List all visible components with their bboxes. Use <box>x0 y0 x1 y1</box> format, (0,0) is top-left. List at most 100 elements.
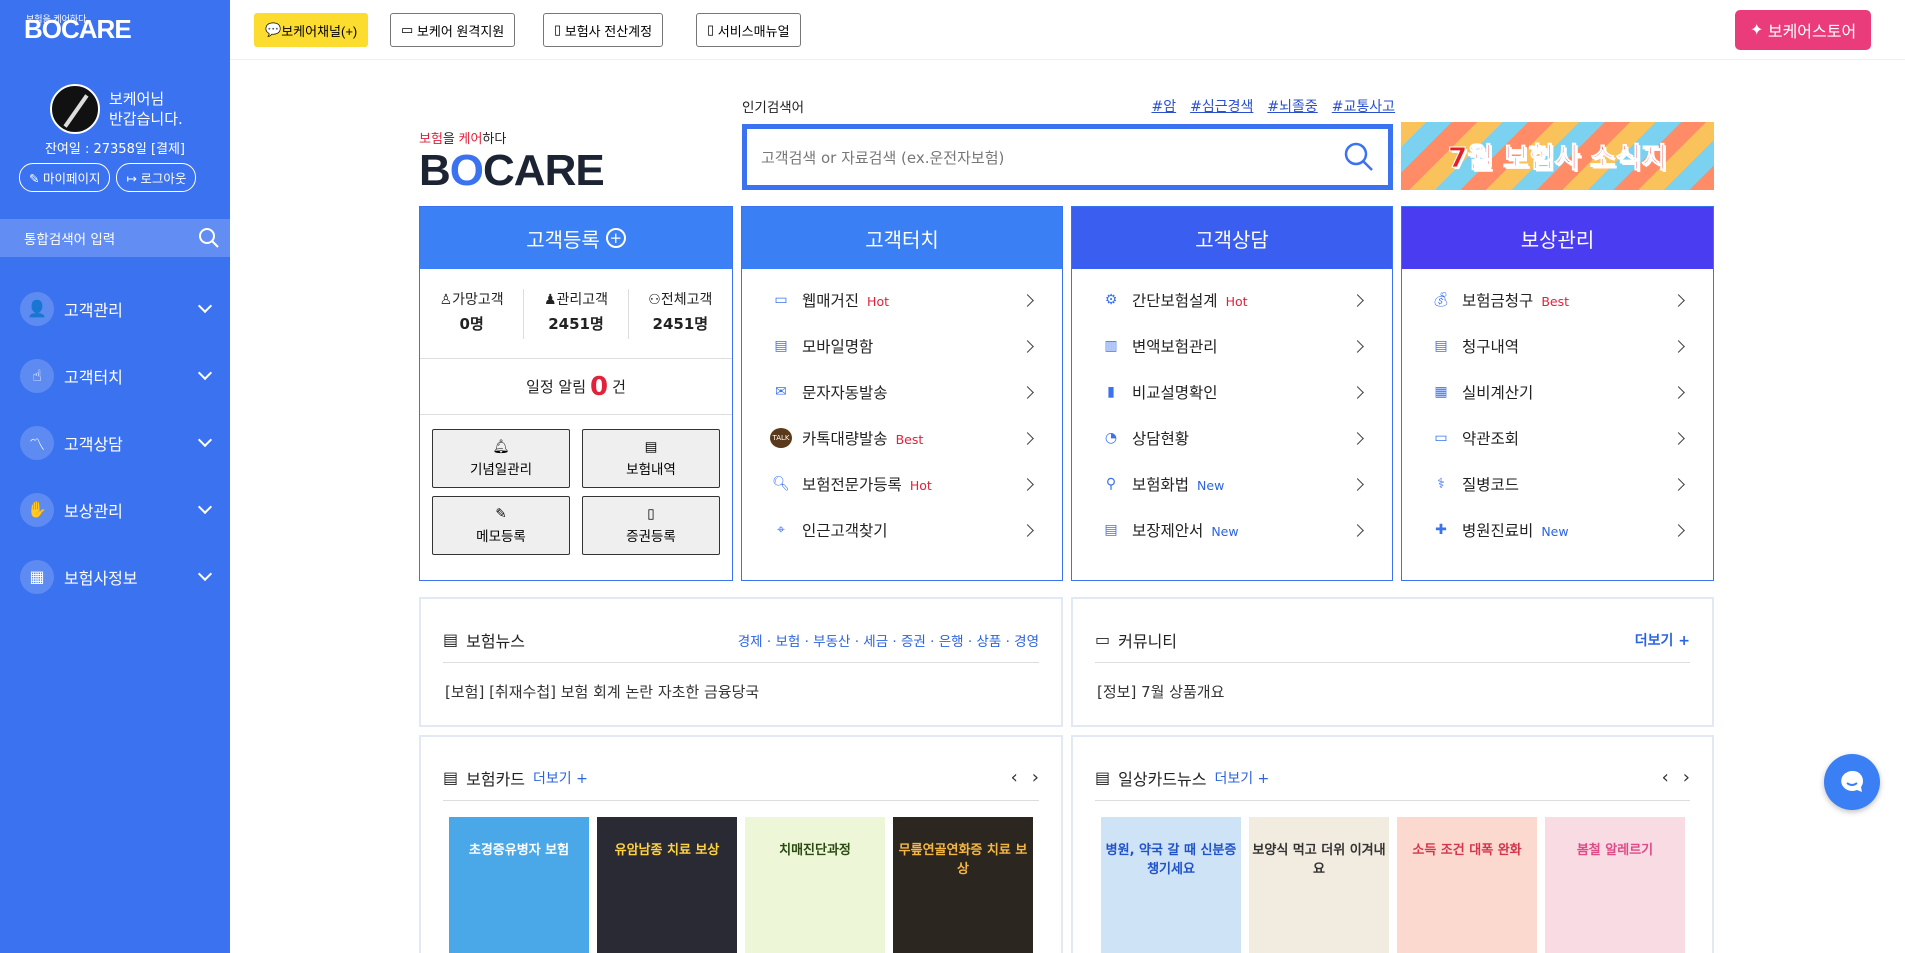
thumb-caption: 보양식 먹고 더위 이겨내요 <box>1252 843 1386 877</box>
card-thumbnail[interactable]: 무릎연골연화증 치료 보상 <box>893 817 1033 953</box>
list-item-consult-status[interactable]: ◔ 상담현황 <box>1072 415 1392 461</box>
logout-button[interactable]: ↦ 로그아웃 <box>116 163 197 192</box>
item-label: 보장제안서 <box>1132 522 1204 540</box>
sidebar-item-customer-manage[interactable]: 👤 고객관리 <box>0 275 230 342</box>
service-manual-button[interactable]: ▯ 서비스매뉴얼 <box>696 13 801 47</box>
avatar[interactable] <box>50 84 100 134</box>
memo-button[interactable]: ✎ 메모등록 <box>432 496 570 555</box>
search-icon[interactable] <box>198 227 220 249</box>
search-input[interactable]: 고객검색 or 자료검색 (ex.운전자보험) <box>761 147 1344 168</box>
manual-label: 서비스매뉴얼 <box>717 23 790 39</box>
card-thumbnail[interactable]: 유암남종 치료 보상 <box>597 817 737 953</box>
card-thumbnail[interactable]: 소득 조건 대폭 완화 <box>1397 817 1537 953</box>
list-item-web-magazine[interactable]: ▭ 웹매거진 Hot <box>742 277 1062 323</box>
stethoscope-icon: ⚕ <box>1437 476 1445 492</box>
prev-arrow-icon[interactable]: ‹ <box>1011 767 1018 788</box>
card-thumbnail[interactable]: 초경증유병자 보험 <box>449 817 589 953</box>
kakao-label: 보케어채널(+) <box>281 23 358 39</box>
chevron-right-icon <box>1351 523 1364 537</box>
register-header[interactable]: 고객등록 + <box>420 207 732 269</box>
logo-word-b: O <box>449 146 484 195</box>
user-icon: ♟ <box>543 291 557 308</box>
magnifier-icon: 🔍︎ <box>772 476 790 492</box>
tag-link[interactable]: #교통사고 <box>1332 96 1395 116</box>
logo-word-a: B <box>419 146 451 195</box>
list-item-claim-request[interactable]: 💰︎ 보험금청구 Best <box>1402 277 1713 323</box>
mypage-button[interactable]: ✎ 마이페이지 <box>19 163 111 192</box>
community-more-link[interactable]: 더보기 + <box>1635 630 1690 650</box>
remote-support-button[interactable]: ▭ 보케어 원격지원 <box>390 13 516 47</box>
list-item-variable-insurance[interactable]: ▥ 변액보험관리 <box>1072 323 1392 369</box>
chevron-right-icon <box>1672 385 1685 399</box>
list-item-claim-history[interactable]: ▤ 청구내역 <box>1402 323 1713 369</box>
chat-button[interactable] <box>1824 754 1880 810</box>
sidebar-search-input[interactable]: 통합검색어 입력 <box>24 228 198 248</box>
tag-link[interactable]: #뇌졸중 <box>1267 96 1317 116</box>
list-item-coverage-proposal[interactable]: ▤ 보장제안서 New <box>1072 507 1392 553</box>
sidebar-item-customer-consult[interactable]: 〽 고객상담 <box>0 409 230 476</box>
location-pin-icon: ⌖ <box>777 522 785 538</box>
list-item-terms-lookup[interactable]: ▭ 약관조회 <box>1402 415 1713 461</box>
logo-tag-c: 케어 <box>458 131 483 146</box>
menu-label: 고객관리 <box>64 300 123 320</box>
ins-card-more-link[interactable]: 더보기 + <box>533 768 588 788</box>
list-item-nearby-customers[interactable]: ⌖ 인근고객찾기 <box>742 507 1062 553</box>
search-icon[interactable] <box>1344 142 1374 172</box>
next-arrow-icon[interactable]: › <box>1683 767 1690 788</box>
card-thumbnail[interactable]: 보양식 먹고 더위 이겨내요 <box>1249 817 1389 953</box>
list-item-kakao-bulk[interactable]: TALK 카톡대량발송 Best <box>742 415 1062 461</box>
prospect-stat[interactable]: ♙가망고객 0명 <box>420 288 525 339</box>
item-label: 인근고객찾기 <box>802 522 888 540</box>
newsletter-banner[interactable]: 7월 보험사 소식지 <box>1401 122 1714 190</box>
card-thumbnail[interactable]: 봄철 알레르기 <box>1545 817 1685 953</box>
list-item-hospital-fee[interactable]: ✚ 병원진료비 New <box>1402 507 1713 553</box>
main-logo[interactable]: 보험을 케어하다 BOCARE <box>419 128 605 195</box>
popular-tags: #암 #심근경색 #뇌졸중 #교통사고 <box>1151 96 1395 116</box>
sidebar-search[interactable]: 통합검색어 입력 <box>0 219 230 257</box>
logout-label: 로그아웃 <box>140 172 187 186</box>
sidebar-item-insurer-info[interactable]: ▦ 보험사정보 <box>0 543 230 610</box>
community-headline[interactable]: [정보] 7월 상품개요 <box>1097 681 1224 702</box>
kakao-channel-button[interactable]: 💬 보케어채널(+) <box>254 13 369 47</box>
sidebar-logo[interactable]: 보험을 케어하다 BOCARE <box>24 14 132 45</box>
list-item-disease-code[interactable]: ⚕ 질병코드 <box>1402 461 1713 507</box>
chevron-down-icon <box>197 566 213 581</box>
schedule-alarm[interactable]: 일정 알림 0 건 <box>420 359 732 415</box>
prev-arrow-icon[interactable]: ‹ <box>1662 767 1669 788</box>
list-item-sales-talk[interactable]: ⚲ 보험화법 New <box>1072 461 1392 507</box>
list-item-expense-calculator[interactable]: ▦ 실비계산기 <box>1402 369 1713 415</box>
claims-title: 보상관리 <box>1520 227 1595 252</box>
list-item-auto-sms[interactable]: ✉ 문자자동발송 <box>742 369 1062 415</box>
main-search[interactable]: 고객검색 or 자료검색 (ex.운전자보험) <box>742 124 1393 190</box>
list-item-compare-check[interactable]: ▮ 비교설명확인 <box>1072 369 1392 415</box>
anniversary-button[interactable]: 🔔︎ 기념일관리 <box>432 429 570 488</box>
sidebar-item-claims[interactable]: ✋ 보상관리 <box>0 476 230 543</box>
total-stat[interactable]: ⚇전체고객 2451명 <box>629 289 732 339</box>
store-button[interactable]: ✦ 보케어스토어 <box>1735 10 1872 50</box>
card-thumbnail[interactable]: 치매진단과정 <box>745 817 885 953</box>
menu-label: 고객상담 <box>64 434 123 454</box>
insurance-history-button[interactable]: ▤ 보험내역 <box>582 429 720 488</box>
daily-card-more-link[interactable]: 더보기 + <box>1214 768 1269 788</box>
list-item-mobile-card[interactable]: ▤ 모바일명함 <box>742 323 1062 369</box>
remaining-days[interactable]: 잔여일 : 27358일 [결제] <box>0 138 230 157</box>
register-title: 고객등록 <box>526 227 600 252</box>
card-thumbnail[interactable]: 병원, 약국 갈 때 신분증 챙기세요 <box>1101 817 1241 953</box>
item-label: 병원진료비 <box>1462 522 1534 540</box>
customer-register-card: 고객등록 + ♙가망고객 0명 ♟관리고객 2451명 ⚇전체고객 2451명 일정 알… <box>419 206 733 581</box>
managed-stat[interactable]: ♟관리고객 2451명 <box>524 288 629 339</box>
list-item-expert-register[interactable]: 🔍︎ 보험전문가등록 Hot <box>742 461 1062 507</box>
news-headline[interactable]: [보험] [취재수첩] 보험 회계 논란 자초한 금융당국 <box>445 681 759 702</box>
person-icon: 👤 <box>20 291 54 326</box>
tag-link[interactable]: #암 <box>1151 96 1176 116</box>
presenter-icon: ⚲ <box>1105 476 1117 492</box>
tag-link[interactable]: #심근경색 <box>1190 96 1253 116</box>
next-arrow-icon[interactable]: › <box>1032 767 1039 788</box>
news-categories[interactable]: 경제 · 보험 · 부동산 · 세금 · 증권 · 은행 · 상품 · 경영 <box>738 630 1039 650</box>
sidebar-item-customer-touch[interactable]: ☝ 고객터치 <box>0 342 230 409</box>
terms-icon: ▭ <box>1434 430 1448 446</box>
policy-register-button[interactable]: ▯ 증권등록 <box>582 496 720 555</box>
list-item-simple-design[interactable]: ⚙ 간단보험설계 Hot <box>1072 277 1392 323</box>
insurer-account-button[interactable]: ▯ 보험사 전산계정 <box>543 13 664 47</box>
chevron-right-icon <box>1672 293 1685 307</box>
